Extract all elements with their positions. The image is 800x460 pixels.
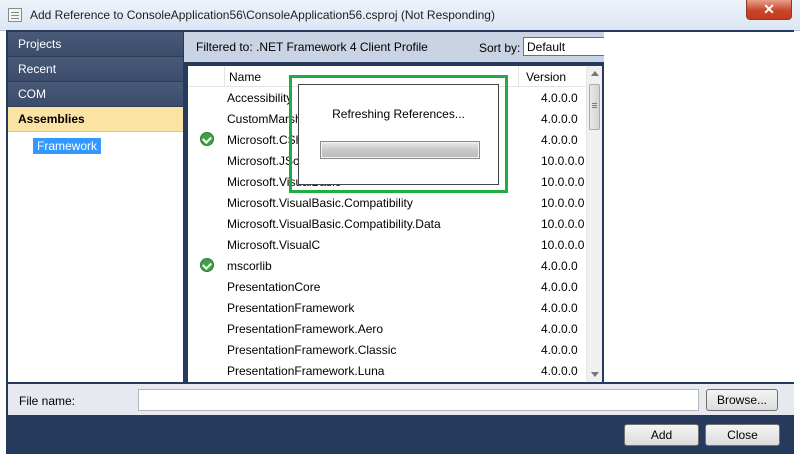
list-item[interactable]: Microsoft.VisualC 10.0.0.0	[188, 234, 586, 255]
assembly-version: 4.0.0.0	[541, 343, 578, 357]
column-header-version[interactable]: Version	[526, 70, 566, 84]
list-item[interactable]: Microsoft.VisualBasic.Compatibility.Data…	[188, 213, 586, 234]
details-pane	[604, 32, 794, 382]
assembly-version: 10.0.0.0	[541, 175, 585, 189]
highlight-box	[289, 75, 508, 193]
assembly-version: 10.0.0.0	[541, 217, 585, 231]
assembly-version: 10.0.0.0	[541, 196, 585, 210]
sort-label: Sort by:	[479, 41, 521, 55]
list-item[interactable]: PresentationFramework.Classic 4.0.0.0	[188, 339, 586, 360]
assembly-version: 4.0.0.0	[541, 259, 578, 273]
assembly-version: 4.0.0.0	[541, 364, 578, 378]
sidebar-item-com[interactable]: COM	[8, 82, 183, 107]
assembly-version: 4.0.0.0	[541, 322, 578, 336]
assembly-name: PresentationFramework	[227, 301, 355, 315]
column-divider[interactable]	[224, 66, 225, 86]
filter-label: Filtered to: .NET Framework 4 Client Pro…	[196, 40, 428, 54]
file-name-label: File name:	[19, 394, 76, 408]
checkmark-icon	[200, 132, 214, 146]
assembly-name: PresentationCore	[227, 280, 321, 294]
assembly-name: PresentationFramework.Luna	[227, 364, 385, 378]
sidebar-item-recent[interactable]: Recent	[8, 57, 183, 82]
browse-button[interactable]: Browse...	[706, 389, 778, 411]
assembly-version: 4.0.0.0	[541, 280, 578, 294]
assembly-name: Microsoft.VisualBasic.Compatibility.Data	[227, 217, 441, 231]
sort-value: Default	[527, 40, 566, 54]
scroll-down-icon[interactable]	[591, 372, 599, 377]
window-title: Add Reference to ConsoleApplication56\Co…	[30, 8, 495, 22]
assembly-name: mscorlib	[227, 259, 272, 273]
list-item[interactable]: PresentationFramework.Luna 4.0.0.0	[188, 360, 586, 381]
window-close-button[interactable]: ✕	[746, 0, 792, 20]
sidebar: Projects Recent COM Assemblies Framework	[8, 32, 183, 382]
assembly-version: 4.0.0.0	[541, 301, 578, 315]
filter-bar: Filtered to: .NET Framework 4 Client Pro…	[184, 32, 652, 62]
scroll-up-icon[interactable]	[591, 71, 599, 76]
assembly-name: Accessibility	[227, 91, 293, 105]
file-name-bar: File name: Browse...	[8, 384, 794, 415]
checkmark-icon	[200, 258, 214, 272]
scroll-thumb[interactable]	[589, 84, 600, 130]
title-bar: Add Reference to ConsoleApplication56\Co…	[0, 0, 800, 31]
sidebar-item-projects[interactable]: Projects	[8, 32, 183, 57]
assembly-name: Microsoft.VisualC	[227, 238, 321, 252]
list-item[interactable]: mscorlib 4.0.0.0	[188, 255, 586, 276]
add-button[interactable]: Add	[624, 424, 699, 446]
file-name-input[interactable]	[138, 389, 699, 411]
sidebar-item-framework[interactable]: Framework	[33, 138, 102, 154]
list-item[interactable]: PresentationCore 4.0.0.0	[188, 276, 586, 297]
assembly-version: 4.0.0.0	[541, 133, 578, 147]
assembly-version: 10.0.0.0	[541, 154, 585, 168]
list-item[interactable]: Microsoft.VisualBasic.Compatibility 10.0.…	[188, 192, 586, 213]
assembly-version: 4.0.0.0	[541, 91, 578, 105]
window-icon	[8, 8, 22, 22]
assembly-version: 10.0.0.0	[541, 238, 585, 252]
column-divider[interactable]	[518, 66, 519, 86]
assembly-version: 4.0.0.0	[541, 112, 578, 126]
column-header-name[interactable]: Name	[229, 70, 261, 84]
close-button[interactable]: Close	[705, 424, 780, 446]
assembly-name: Microsoft.VisualBasic.Compatibility	[227, 196, 413, 210]
assembly-name: PresentationFramework.Classic	[227, 343, 397, 357]
list-item[interactable]: PresentationFramework 4.0.0.0	[188, 297, 586, 318]
list-scrollbar[interactable]	[586, 66, 602, 382]
sidebar-item-assemblies[interactable]: Assemblies	[8, 107, 183, 132]
assembly-name: PresentationFramework.Aero	[227, 322, 384, 336]
list-item[interactable]: PresentationFramework.Aero 4.0.0.0	[188, 318, 586, 339]
